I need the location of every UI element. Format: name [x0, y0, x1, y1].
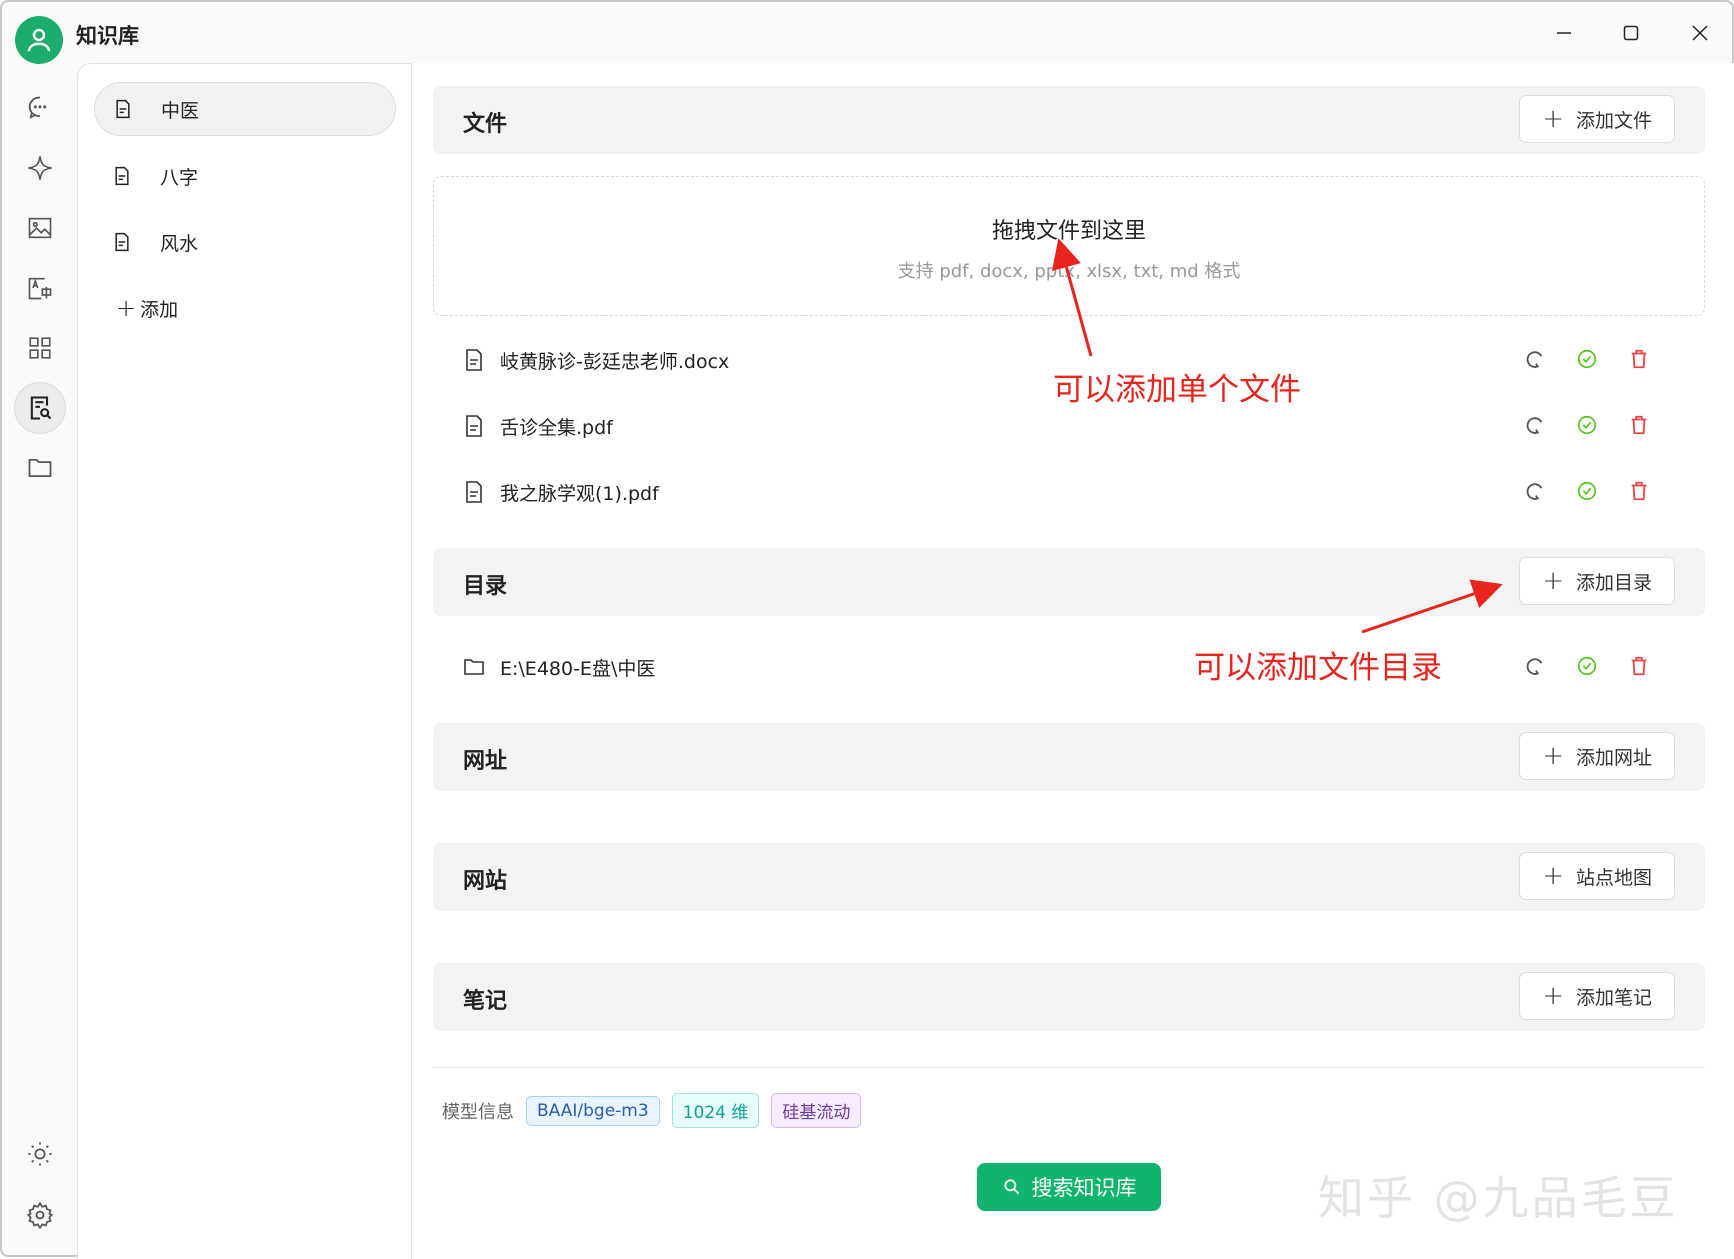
kb-item-fengshui[interactable]: 风水 — [94, 215, 396, 269]
provider-tag: 硅基流动 — [771, 1093, 862, 1128]
refresh-icon[interactable] — [1522, 346, 1548, 372]
model-name-tag: BAAI/bge-m3 — [526, 1095, 660, 1126]
file-drop-zone[interactable]: 拖拽文件到这里 支持 pdf, docx, pptx, xlsx, txt, m… — [433, 176, 1705, 316]
add-note-button[interactable]: + 添加笔记 — [1519, 972, 1675, 1020]
plus-icon: + — [1542, 566, 1564, 596]
dimension-tag: 1024 维 — [671, 1093, 760, 1128]
files-section-header: 文件 + 添加文件 — [433, 86, 1705, 154]
add-kb-button[interactable]: + 添加 — [94, 281, 396, 335]
success-check-icon — [1574, 478, 1600, 504]
maximize-button[interactable] — [1611, 16, 1651, 50]
document-icon — [115, 232, 129, 252]
knowledge-icon[interactable] — [14, 382, 66, 434]
delete-icon[interactable] — [1626, 412, 1652, 438]
notes-section-header: 笔记 + 添加笔记 — [433, 963, 1705, 1031]
document-icon — [466, 415, 482, 437]
folder-icon[interactable] — [20, 448, 60, 488]
file-row: 舌诊全集.pdf — [462, 406, 1692, 446]
refresh-icon[interactable] — [1522, 478, 1548, 504]
settings-icon[interactable] — [20, 1195, 60, 1235]
success-check-icon — [1574, 346, 1600, 372]
app-title: 知识库 — [76, 24, 139, 48]
plus-icon: + — [116, 294, 137, 322]
file-name: 我之脉学观(1).pdf — [500, 482, 659, 505]
annotation-single-file: 可以添加单个文件 — [1053, 372, 1301, 408]
close-button[interactable] — [1680, 16, 1720, 50]
plus-icon: + — [1542, 741, 1564, 771]
refresh-icon[interactable] — [1522, 653, 1548, 679]
delete-icon[interactable] — [1626, 346, 1652, 372]
plus-icon: + — [1542, 981, 1564, 1011]
document-icon — [466, 481, 482, 503]
plus-icon: + — [1542, 104, 1564, 134]
minimize-button[interactable] — [1544, 16, 1584, 50]
add-url-button[interactable]: + 添加网址 — [1519, 732, 1675, 780]
success-check-icon — [1574, 412, 1600, 438]
file-row: 我之脉学观(1).pdf — [462, 472, 1692, 512]
image-icon[interactable] — [20, 208, 60, 248]
model-info: 模型信息 BAAI/bge-m3 1024 维 硅基流动 — [442, 1093, 862, 1128]
urls-section-header: 网址 + 添加网址 — [433, 723, 1705, 791]
kb-item-zhongyi[interactable]: 中医 — [94, 82, 396, 136]
title-bar: 知识库 — [2, 2, 1732, 64]
file-name: 舌诊全集.pdf — [500, 416, 613, 439]
sites-section-header: 网站 + 站点地图 — [433, 843, 1705, 911]
add-directory-button[interactable]: + 添加目录 — [1519, 557, 1675, 605]
plus-icon: + — [1542, 861, 1564, 891]
divider — [433, 1067, 1705, 1068]
chat-icon[interactable] — [20, 88, 60, 128]
translate-icon[interactable] — [20, 268, 60, 308]
sun-icon[interactable] — [20, 1134, 60, 1174]
document-icon — [115, 166, 129, 186]
folder-icon — [464, 659, 484, 675]
search-icon — [1003, 1179, 1019, 1195]
directory-path: E:\E480-E盘\中医 — [500, 657, 656, 680]
sitemap-button[interactable]: + 站点地图 — [1519, 852, 1675, 900]
kb-item-bazi[interactable]: 八字 — [94, 149, 396, 203]
document-icon — [466, 349, 482, 371]
refresh-icon[interactable] — [1522, 412, 1548, 438]
apps-icon[interactable] — [20, 328, 60, 368]
watermark: 知乎 @九品毛豆 — [1318, 1171, 1679, 1225]
knowledge-base-detail: 文件 + 添加文件 拖拽文件到这里 支持 pdf, docx, pptx, xls… — [412, 63, 1734, 1259]
search-knowledge-base-button[interactable]: 搜索知识库 — [977, 1163, 1161, 1211]
knowledge-base-list: 中医 八字 风水 + 添加 — [77, 63, 412, 1259]
add-file-button[interactable]: + 添加文件 — [1519, 95, 1675, 143]
success-check-icon — [1574, 653, 1600, 679]
document-icon — [116, 99, 130, 119]
file-name: 岐黄脉诊-彭廷忠老师.docx — [500, 350, 730, 373]
directory-row: E:\E480-E盘\中医 — [462, 647, 1692, 687]
delete-icon[interactable] — [1626, 653, 1652, 679]
user-avatar[interactable] — [15, 16, 63, 64]
sparkle-icon[interactable] — [20, 148, 60, 188]
annotation-directory: 可以添加文件目录 — [1194, 650, 1442, 686]
directories-section-header: 目录 + 添加目录 — [433, 548, 1705, 616]
app-window: 知识库 中医 八字 风水 + 添加 文件 + 添加文件 拖拽文件到这里 支持 pd… — [0, 0, 1734, 1259]
delete-icon[interactable] — [1626, 478, 1652, 504]
